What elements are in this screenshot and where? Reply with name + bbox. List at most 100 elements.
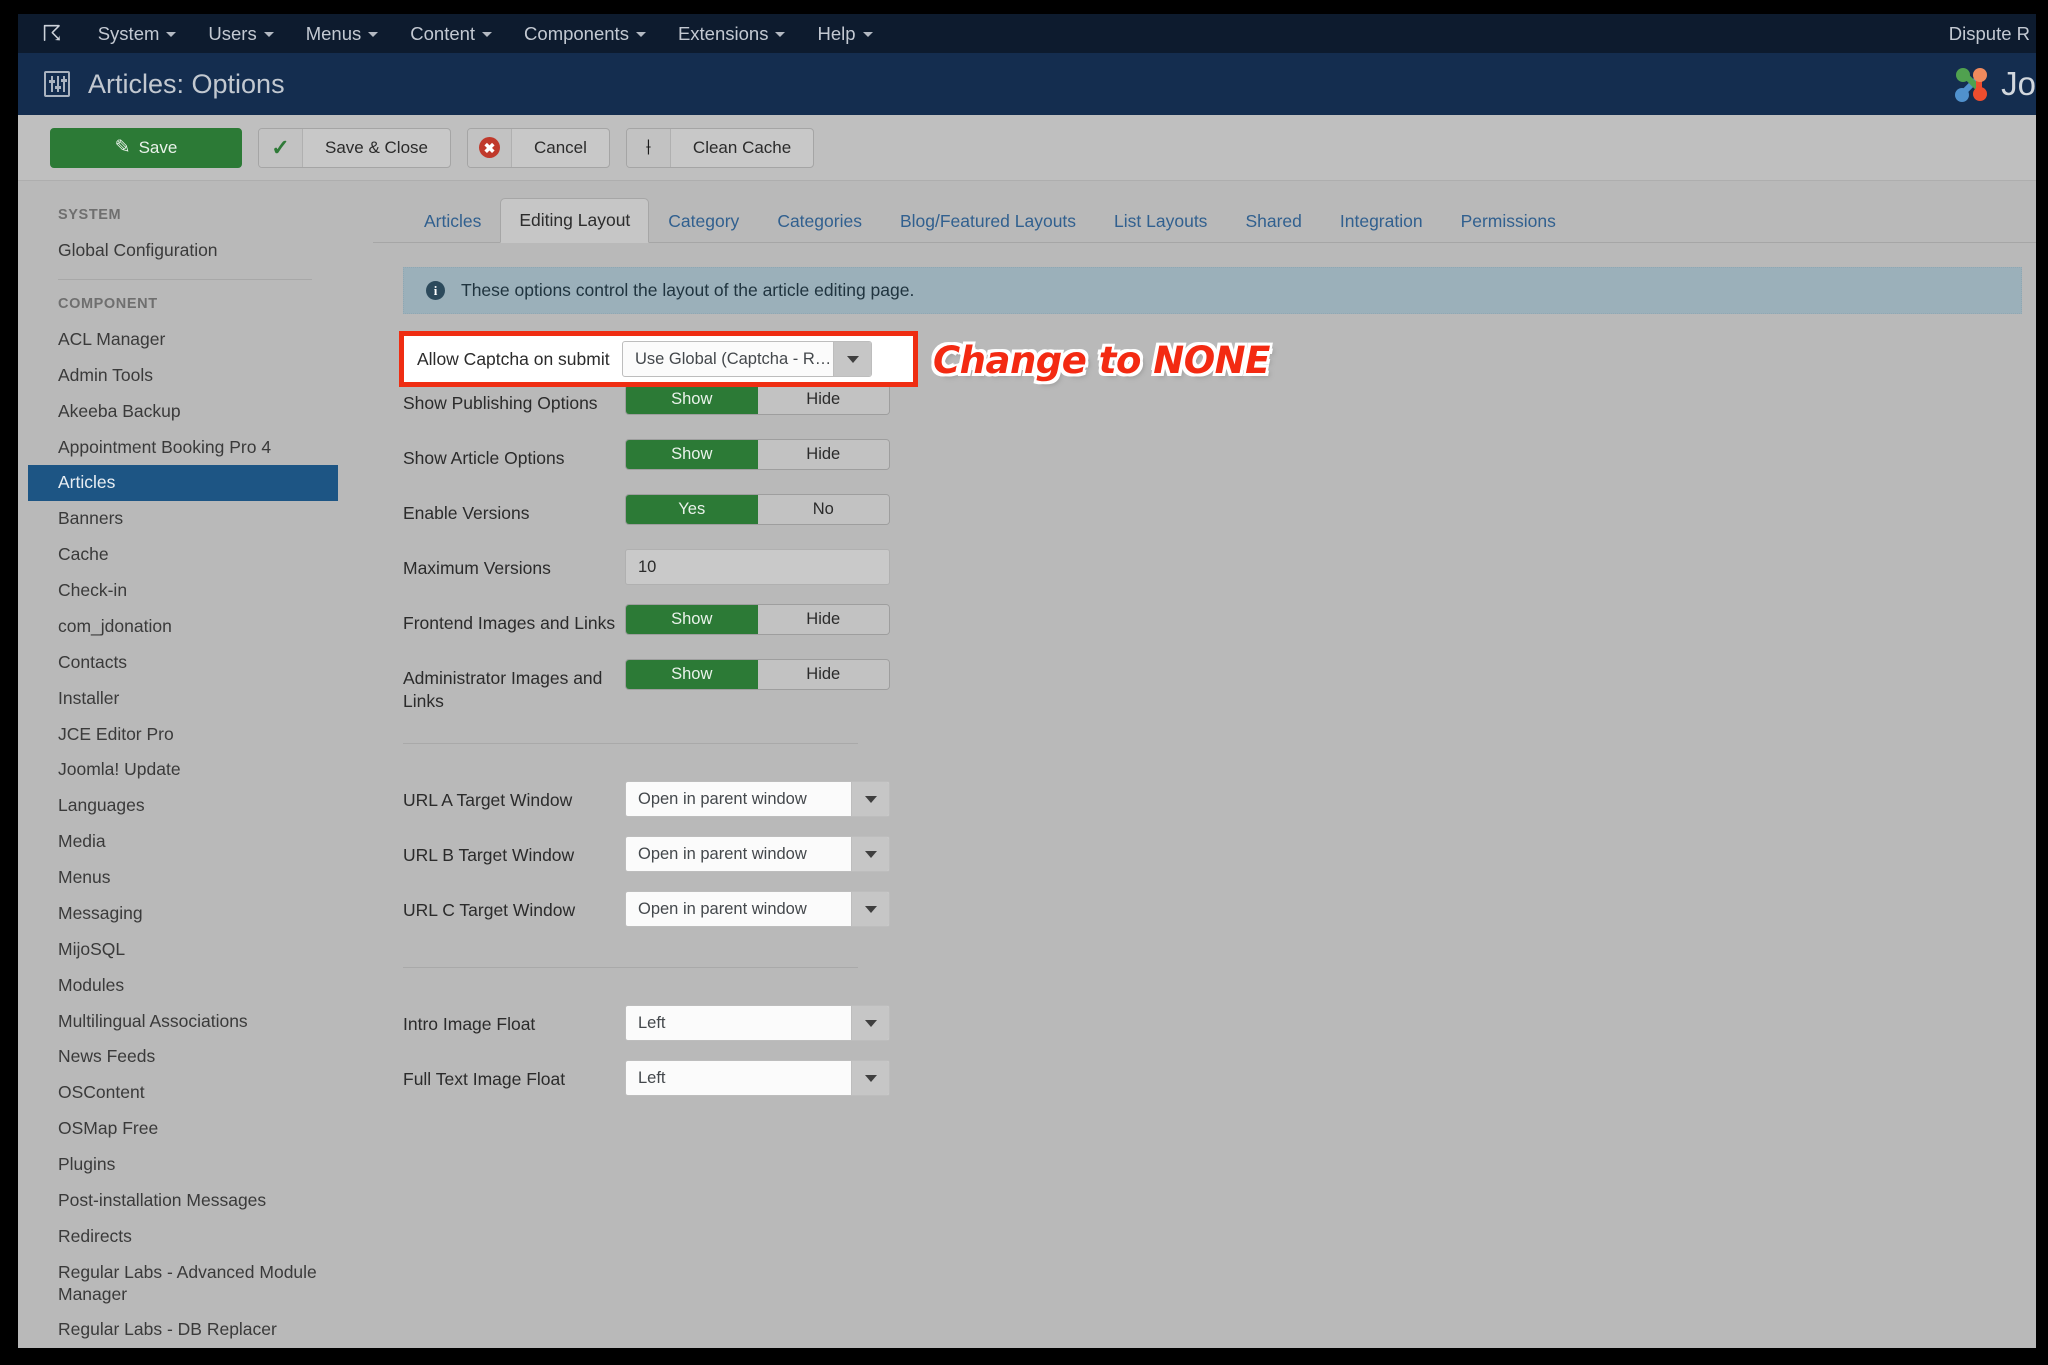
select-arrow[interactable] [851,837,889,872]
joomla-logo-icon[interactable]: ☈ [42,22,62,45]
sidebar-item-oscontent[interactable]: OSContent [28,1075,338,1111]
form-row-enable-versions: Enable Versions Yes No [403,485,2036,540]
topbar-right-text[interactable]: Dispute R [1949,23,2030,45]
select-arrow[interactable] [851,892,889,927]
toggle-administrator-images-and-links[interactable]: Show Hide [625,659,890,690]
sidebar-item-com-jdonation[interactable]: com_jdonation [28,609,338,645]
menu-components[interactable]: Components [508,23,662,45]
save-close-button-label: Save & Close [325,137,428,157]
menu-system[interactable]: System [82,23,193,45]
toggle-option-hide[interactable]: Hide [757,440,889,469]
menu-menus[interactable]: Menus [290,23,395,45]
sidebar-item-plugins[interactable]: Plugins [28,1147,338,1183]
menu-extensions[interactable]: Extensions [662,23,802,45]
sidebar-item-appointment-booking-pro-4[interactable]: Appointment Booking Pro 4 [28,430,338,466]
toggle-option-hide[interactable]: Hide [757,605,889,634]
sidebar-item-osmap-free[interactable]: OSMap Free [28,1111,338,1147]
select-intro-image-float[interactable]: Left [625,1005,890,1042]
captcha-select-arrow[interactable] [833,342,871,376]
sidebar-item-media[interactable]: Media [28,824,338,860]
toggle-show-article-options[interactable]: Show Hide [625,439,890,470]
toggle-option-yes[interactable]: Yes [626,495,758,524]
form-row-full-text-image-float: Full Text Image Float Left [403,1051,2036,1106]
tab-list-layouts[interactable]: List Layouts [1095,199,1226,243]
captcha-row: Allow Captcha on submit Use Global (Capt… [399,331,918,387]
sidebar-item-languages[interactable]: Languages [28,788,338,824]
sidebar-item-installer[interactable]: Installer [28,681,338,717]
sidebar-item-modules[interactable]: Modules [28,968,338,1004]
sidebar-item-banners[interactable]: Banners [28,501,338,537]
sidebar-item-check-in[interactable]: Check-in [28,573,338,609]
tab-permissions[interactable]: Permissions [1442,199,1575,243]
select-full-text-image-float[interactable]: Left [625,1060,890,1097]
sidebar-item-articles[interactable]: Articles [28,465,338,502]
select-url-a-target-window[interactable]: Open in parent window [625,781,890,818]
select-arrow[interactable] [851,1006,889,1041]
input-maximum-versions[interactable]: 10 [625,549,890,585]
field-label-full-text-image-float: Full Text Image Float [403,1069,566,1090]
select-arrow[interactable] [851,1061,889,1096]
tab-category[interactable]: Category [649,199,758,243]
tab-integration[interactable]: Integration [1321,199,1442,243]
sidebar-item-regular-labs-db-replacer[interactable]: Regular Labs - DB Replacer [28,1312,338,1348]
sidebar-item-admin-tools[interactable]: Admin Tools [28,358,338,394]
form-divider-2 [403,967,858,969]
field-label-frontend-images-and-links: Frontend Images and Links [403,613,616,633]
sidebar-heading-system: SYSTEM [58,207,122,223]
form-row-administrator-images-and-links: Administrator Images and Links Show Hide [403,650,2036,713]
select-arrow[interactable] [851,782,889,817]
select-url-b-target-window[interactable]: Open in parent window [625,836,890,873]
toggle-enable-versions[interactable]: Yes No [625,494,890,525]
toggle-option-no[interactable]: No [757,495,889,524]
tab-blog-featured-layouts[interactable]: Blog/Featured Layouts [881,199,1095,243]
sidebar-item-joomla-update[interactable]: Joomla! Update [28,752,338,788]
sidebar-item-post-installation-messages[interactable]: Post-installation Messages [28,1183,338,1219]
sidebar-item-global-configuration[interactable]: Global Configuration [28,233,338,269]
cancel-circle-icon: ✖ [479,137,500,158]
toggle-frontend-images-and-links[interactable]: Show Hide [625,604,890,635]
sidebar-item-regular-labs-advanced-module-manager[interactable]: Regular Labs - Advanced Module Manager [28,1255,338,1313]
options-form: Show Publishing Options Show Hide Show Arti… [373,320,2036,1106]
select-value-full-text-image-float: Left [638,1068,666,1087]
select-url-c-target-window[interactable]: Open in parent window [625,891,890,928]
sidebar-item-cache[interactable]: Cache [28,537,338,573]
save-close-button[interactable]: ✓ Save & Close [258,127,451,168]
sidebar-item-multilingual-associations[interactable]: Multilingual Associations [28,1004,338,1040]
menu-content-label: Content [410,22,476,44]
toggle-option-show[interactable]: Show [626,660,758,689]
page-header: Articles: Options Jo [18,53,2036,115]
pencil-square-icon: ✎ [114,137,131,158]
chevron-down-icon [862,32,873,38]
field-label-url-b-target-window: URL B Target Window [403,845,575,866]
menu-content[interactable]: Content [394,23,508,45]
sidebar-heading-component: COMPONENT [58,295,158,312]
toggle-option-show[interactable]: Show [626,440,758,469]
toggle-show-publishing-options[interactable]: Show Hide [625,384,890,415]
tab-articles[interactable]: Articles [405,199,500,243]
sidebar-item-menus[interactable]: Menus [28,860,338,896]
tab-shared[interactable]: Shared [1226,199,1320,243]
tab-categories[interactable]: Categories [758,199,881,243]
toggle-option-hide[interactable]: Hide [757,660,889,689]
sidebar-item-acl-manager[interactable]: ACL Manager [28,322,338,358]
sidebar-item-contacts[interactable]: Contacts [28,645,338,681]
captcha-select[interactable]: Use Global (Captcha - ReCa... [622,341,872,377]
select-value-url-b-target-window: Open in parent window [638,844,807,863]
sidebar-item-jce-editor-pro[interactable]: JCE Editor Pro [28,717,338,753]
toggle-option-hide[interactable]: Hide [757,385,889,414]
sidebar-item-redirects[interactable]: Redirects [28,1219,338,1255]
menu-users[interactable]: Users [192,23,289,45]
sidebar-item-akeeba-backup[interactable]: Akeeba Backup [28,394,338,430]
menu-help[interactable]: Help [801,23,888,45]
field-label-intro-image-float: Intro Image Float [403,1014,536,1035]
sidebar-item-mijosql[interactable]: MijoSQL [28,932,338,968]
sidebar-item-messaging[interactable]: Messaging [28,896,338,932]
toggle-rows-group: Show Publishing Options Show Hide Show Arti… [403,375,2036,713]
sidebar-item-news-feeds[interactable]: News Feeds [28,1039,338,1075]
toggle-option-show[interactable]: Show [626,605,758,634]
cancel-button[interactable]: ✖ Cancel [467,127,610,168]
save-button[interactable]: ✎ Save [50,127,242,168]
clean-cache-button[interactable]: ⟊ Clean Cache [625,127,815,168]
tab-editing-layout[interactable]: Editing Layout [500,198,650,243]
toggle-option-show[interactable]: Show [626,385,758,414]
